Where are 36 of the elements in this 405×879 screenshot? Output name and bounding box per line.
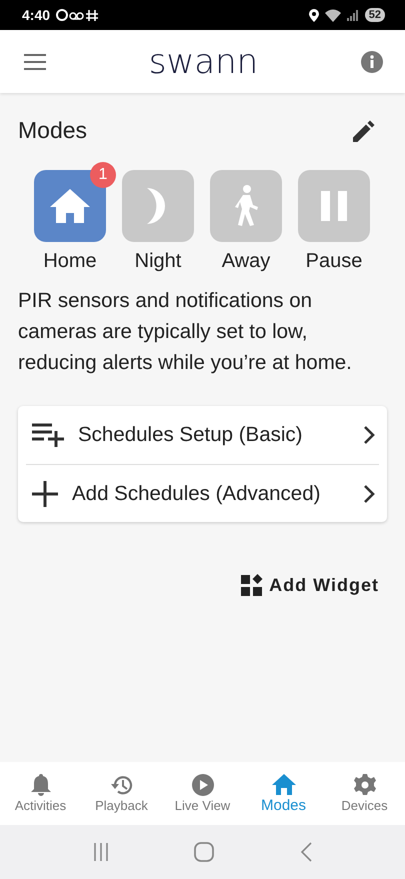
- playlist-add-icon: [32, 423, 64, 447]
- nav-tab[interactable]: Live View: [162, 762, 243, 825]
- menu-icon[interactable]: [24, 54, 46, 70]
- house-icon: [48, 187, 92, 225]
- status-time: 4:40: [22, 7, 50, 23]
- mode-description: PIR sensors and notifications on cameras are typically set to low, reducing alerts while you’re at home.: [18, 288, 353, 376]
- location-icon: [308, 8, 319, 22]
- app-logo: swann: [148, 42, 258, 82]
- recent-apps-icon[interactable]: [92, 843, 109, 861]
- info-icon[interactable]: [361, 50, 383, 72]
- pause-icon: [321, 191, 347, 221]
- schedule-row[interactable]: Schedules Setup (Basic): [26, 406, 379, 464]
- add-widget-button[interactable]: Add Widget: [241, 574, 379, 596]
- chevron-right-icon: [363, 484, 375, 502]
- pencil-icon[interactable]: [353, 120, 375, 142]
- section-title: Modes: [18, 117, 88, 144]
- gear-icon: [354, 774, 376, 796]
- home-icon[interactable]: [194, 842, 214, 862]
- plus-icon: [32, 480, 58, 506]
- nav-tab[interactable]: Modes: [243, 762, 324, 825]
- house-icon: [272, 774, 296, 794]
- walking-person-icon: [232, 185, 260, 227]
- battery-level: 52: [364, 8, 385, 22]
- bell-icon: [30, 774, 50, 796]
- back-icon[interactable]: [300, 842, 312, 862]
- nav-tab[interactable]: Playback: [81, 762, 162, 825]
- schedule-row[interactable]: Add Schedules (Advanced): [26, 464, 379, 522]
- history-icon: [110, 774, 134, 796]
- nav-tab[interactable]: Devices: [324, 762, 405, 825]
- wifi-icon: [324, 8, 341, 22]
- notification-badge: 1: [90, 162, 116, 188]
- signal-icon: [346, 9, 359, 21]
- chevron-right-icon: [363, 426, 375, 444]
- play-icon: [192, 774, 214, 796]
- nav-tab[interactable]: Activities: [0, 762, 81, 825]
- widgets-icon: [241, 574, 264, 596]
